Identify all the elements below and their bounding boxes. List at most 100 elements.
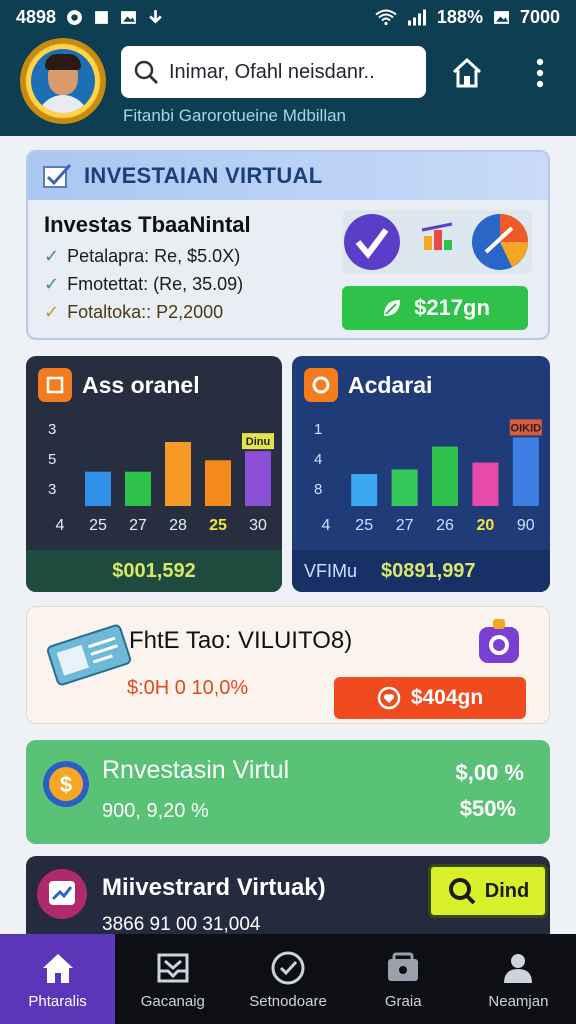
find-button[interactable]: Dind	[428, 864, 548, 918]
investment-card-title: INVESTAIAN VIRTUAL	[84, 163, 323, 188]
wallet-icon	[388, 952, 419, 981]
chart-mini-icon	[421, 222, 453, 250]
bar-chart: 3 5 3 Dinu 4 25 27 28 25 30	[48, 421, 274, 534]
user-icon	[504, 953, 533, 983]
avatar[interactable]	[20, 38, 106, 124]
chart-footer: VFIMu $0891,997	[292, 550, 550, 592]
chart-title: Ass oranel	[82, 371, 200, 398]
y-tick-label: 3	[48, 481, 56, 498]
bar	[351, 474, 378, 506]
app-header: Inimar, Ofahl neisdanr.. Fitanbi Garorot…	[0, 34, 576, 136]
home-icon	[42, 953, 73, 983]
bar	[205, 460, 231, 506]
check-badge-icon	[344, 214, 400, 270]
x-tick-label: 4	[56, 517, 65, 534]
wifi-icon	[375, 9, 397, 25]
nav-item-wallet[interactable]: Graia	[346, 934, 461, 1024]
bar-chart: 1 4 8 OIKID 4 25 27 26 20 90	[314, 419, 542, 534]
y-tick-label: 1	[314, 421, 322, 438]
bar	[512, 437, 539, 506]
nav-item-check[interactable]: Setnodoare	[230, 934, 345, 1024]
investment-line: ✓ Fotaltoka:: P2,2000	[44, 302, 224, 322]
checkbox-icon	[43, 164, 72, 188]
circle-icon	[304, 368, 338, 402]
app-circle-icon	[67, 9, 82, 25]
heart-icon	[377, 686, 401, 710]
chart-card-right[interactable]: Acdarai 1 4 8 OIKID 4 25 27 26 20 90 VFIMu $0891,…	[292, 356, 550, 592]
svg-text:$: $	[60, 772, 72, 797]
x-tick-label: 25	[355, 517, 373, 534]
header-subtitle: Fitanbi Garorotueine Mdbillan	[123, 106, 347, 125]
image-icon	[121, 10, 136, 24]
nav-item-inbox[interactable]: Gacanaig	[115, 934, 230, 1024]
pie-chart-icon	[472, 214, 528, 270]
return-card[interactable]: $ Rnvestasin Virtul 900, 9,20 % $,00 % $…	[26, 740, 550, 844]
search-icon	[134, 60, 158, 84]
search-text: Inimar, Ofahl neisdanr..	[169, 60, 375, 83]
chart-title: Acdarai	[348, 371, 433, 398]
investment-card-header: INVESTAIAN VIRTUAL	[28, 152, 548, 200]
offer-card[interactable]: FhtE Tao: VILUITO8) $:0H 0 10,0% $404gn	[26, 606, 550, 724]
signal-icon	[407, 9, 426, 25]
tablet-chart-icon	[37, 869, 87, 919]
offer-amount-button[interactable]: $404gn	[334, 677, 526, 719]
status-left: 4898	[16, 7, 164, 28]
status-right: 188% 7000	[375, 7, 560, 28]
ticket-icon	[46, 624, 132, 686]
y-tick-label: 4	[314, 451, 322, 468]
bar	[432, 446, 458, 506]
x-tick-label: 28	[169, 517, 187, 534]
check-circle-icon	[271, 951, 305, 984]
bar	[165, 442, 191, 506]
x-tick-label: 4	[322, 517, 331, 534]
x-tick-label: 25	[209, 517, 227, 534]
x-tick-label: 30	[249, 517, 267, 534]
offer-title: FhtE Tao: VILUITO8)	[129, 627, 353, 654]
investment-line: ✓ Petalapra: Re, $5.0X)	[44, 246, 241, 266]
x-tick-label: 26	[436, 517, 454, 534]
status-time: 4898	[16, 6, 57, 27]
more-vertical-icon[interactable]	[528, 56, 552, 90]
investment-card-subtitle: Investas TbaaNintal	[44, 212, 251, 237]
chart-footer: $001,592	[26, 550, 282, 592]
investment-amount-button[interactable]: $217gn	[342, 286, 528, 330]
bar	[125, 471, 151, 506]
folder-icon	[38, 368, 72, 402]
avatar-photo	[31, 49, 95, 113]
nav-item-home[interactable]: Phtaralis	[0, 934, 116, 1024]
portfolio-card[interactable]: Miivestrard Virtuak) 3866 91 00 31,004 D…	[26, 856, 550, 946]
y-tick-label: 3	[48, 421, 56, 438]
investment-card[interactable]: INVESTAIAN VIRTUAL Investas TbaaNintal ✓…	[26, 150, 550, 340]
search-input[interactable]: Inimar, Ofahl neisdanr..	[121, 46, 426, 98]
leaf-icon	[384, 300, 401, 316]
y-tick-label: 5	[48, 451, 56, 468]
lock-bag-icon[interactable]	[475, 617, 523, 665]
status-bar: 4898 188% 7000	[0, 0, 576, 34]
x-tick-label: 90	[517, 517, 535, 534]
bar	[472, 462, 499, 506]
chart-card-left[interactable]: Ass oranel 3 5 3 Dinu 4 25 27 28 25 30 $001,592	[26, 356, 282, 592]
bar-badge-label: Dinu	[246, 436, 270, 448]
coin-icon: $	[43, 761, 89, 807]
return-card-title: Rnvestasin Virtul	[102, 756, 290, 784]
nav-item-profile[interactable]: Neamjan	[461, 934, 576, 1024]
image-icon	[494, 10, 509, 24]
x-tick-label: 27	[129, 517, 147, 534]
portfolio-title: Miivestrard Virtuak)	[102, 874, 326, 901]
return-card-subtitle: 900, 9,20 %	[102, 800, 209, 822]
bar	[391, 469, 418, 506]
bar	[245, 451, 271, 506]
inbox-icon	[157, 953, 189, 982]
status-right-value: 7000	[519, 6, 560, 27]
chart-footer-value: $001,592	[112, 559, 196, 582]
portfolio-subtitle: 3866 91 00 31,004	[102, 914, 261, 935]
investment-line: ✓ Fmotettat: (Re, 35.09)	[44, 274, 244, 294]
return-value-1: $,00 %	[455, 760, 525, 785]
home-icon[interactable]	[450, 56, 484, 90]
x-tick-label: 20	[477, 517, 495, 534]
download-icon	[149, 9, 162, 24]
bottom-nav: Phtaralis Gacanaig Setnodoare Graia Neam…	[0, 934, 576, 1024]
investment-icons	[342, 210, 532, 274]
x-tick-label: 27	[396, 517, 414, 534]
chart-footer-label: VFIMu	[304, 560, 358, 581]
